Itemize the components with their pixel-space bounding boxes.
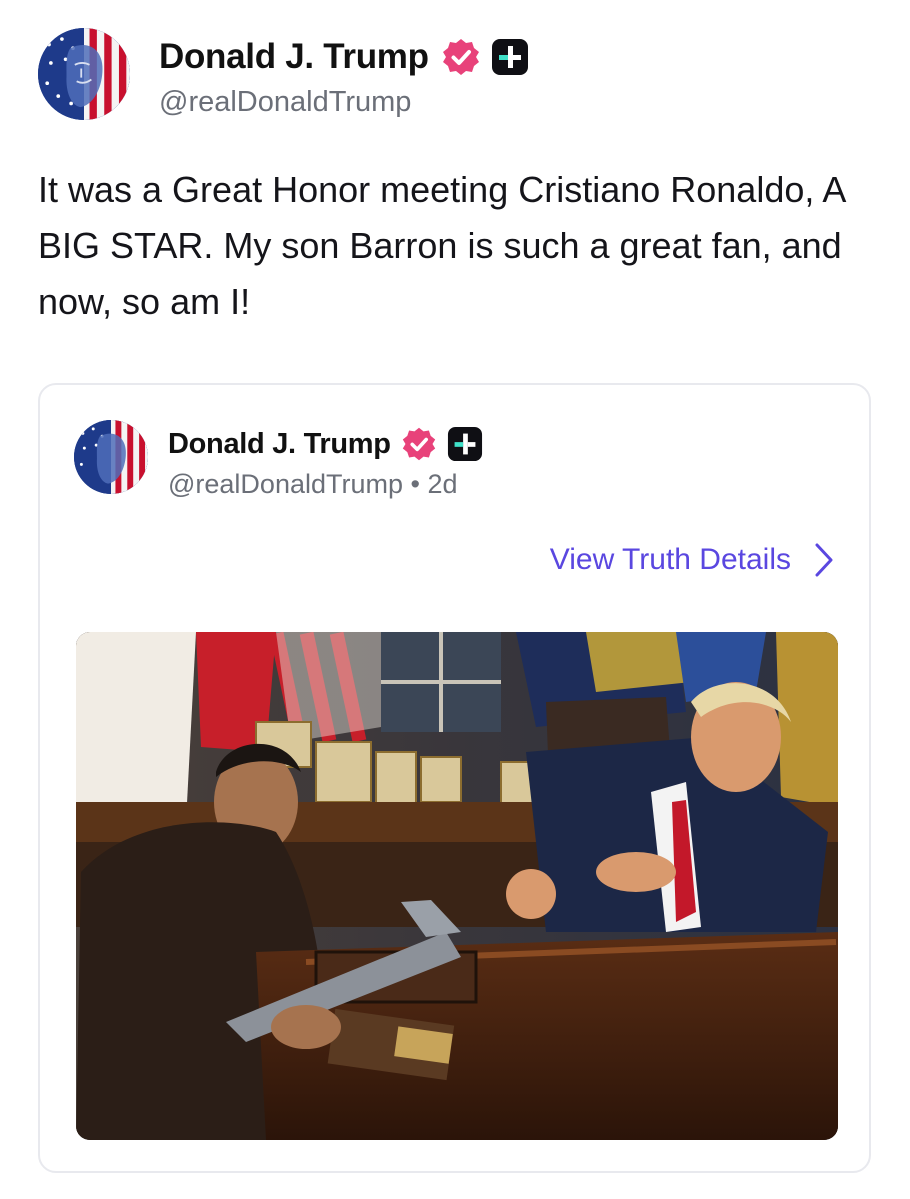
- plus-badge-icon: [491, 38, 529, 76]
- quoted-author-name[interactable]: Donald J. Trump: [168, 428, 391, 461]
- view-truth-details-link[interactable]: View Truth Details: [550, 543, 833, 577]
- oval-office-meeting-photo: [76, 632, 838, 1140]
- quoted-author-avatar[interactable]: [74, 420, 148, 494]
- flag-portrait-avatar-image: [38, 28, 130, 120]
- plus-badge-icon: [447, 426, 483, 462]
- quoted-handle-row: @realDonaldTrump • 2d: [168, 469, 458, 500]
- chevron-right-icon: [815, 543, 833, 577]
- post-text: It was a Great Honor meeting Cristiano R…: [38, 169, 845, 322]
- verified-badge-icon: [441, 37, 481, 77]
- author-handle[interactable]: @realDonaldTrump: [159, 86, 411, 119]
- verified-badge-icon: [401, 426, 437, 462]
- quoted-post-photo[interactable]: [76, 632, 838, 1140]
- author-name[interactable]: Donald J. Trump: [159, 37, 429, 77]
- view-truth-details-label[interactable]: View Truth Details: [550, 543, 791, 577]
- quoted-author-handle[interactable]: @realDonaldTrump: [168, 469, 403, 499]
- quoted-post-card[interactable]: Donald J. Trump @realDonaldTrump • 2d Vi…: [38, 383, 871, 1173]
- quoted-post-age: • 2d: [410, 469, 458, 499]
- author-avatar[interactable]: [38, 28, 130, 120]
- flag-portrait-avatar-image: [74, 420, 148, 494]
